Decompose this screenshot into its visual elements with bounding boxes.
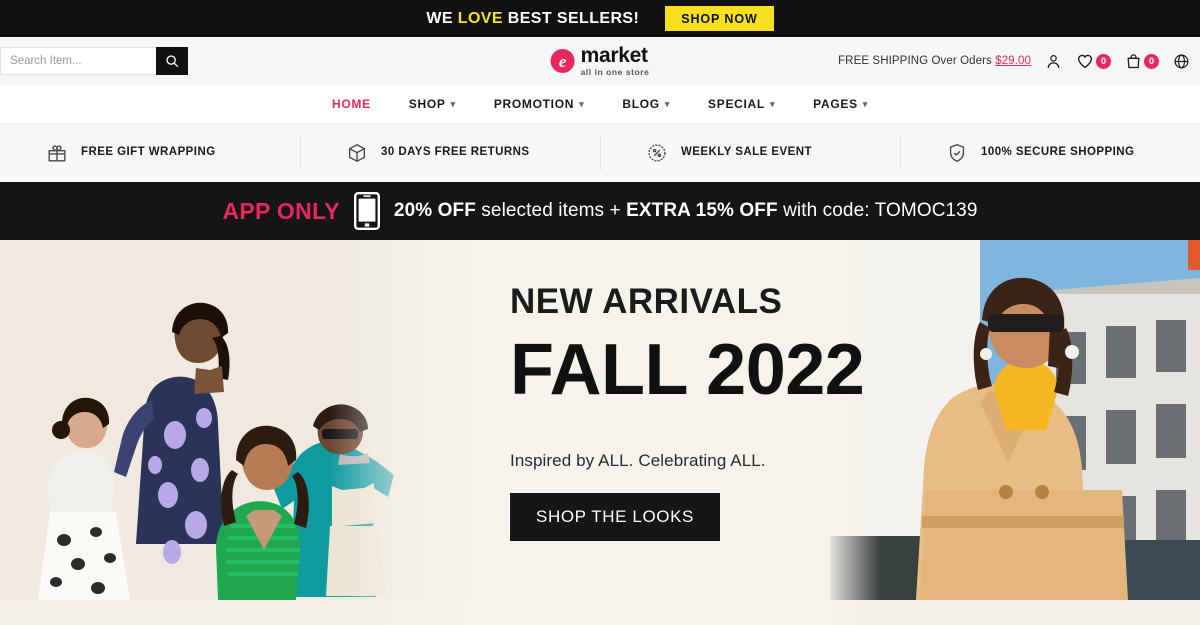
user-icon bbox=[1047, 54, 1060, 68]
search-icon bbox=[166, 55, 179, 68]
trench-model-illustration bbox=[830, 240, 1200, 600]
hero-image-models-group bbox=[0, 240, 470, 625]
nav-label: HOME bbox=[331, 97, 371, 111]
storefront-page: WE LOVE BEST SELLERS! SHOP NOW e market … bbox=[0, 0, 1200, 625]
account-button[interactable] bbox=[1045, 53, 1062, 70]
app-middle-text: selected items + bbox=[475, 200, 627, 221]
promo-text-after: BEST SELLERS! bbox=[502, 9, 640, 27]
feature-30-days-free-returns: 30 DAYS FREE RETURNS bbox=[300, 124, 600, 182]
shopping-bag-icon bbox=[1127, 53, 1140, 68]
nav-label: BLOG bbox=[622, 97, 660, 111]
hero-subtitle: Inspired by ALL. Celebrating ALL. bbox=[510, 450, 766, 470]
shop-the-looks-button[interactable]: SHOP THE LOOKS bbox=[510, 492, 720, 541]
feature-free-gift-wrapping: FREE GIFT WRAPPING bbox=[0, 124, 300, 182]
hero-kicker: NEW ARRIVALS bbox=[510, 282, 783, 321]
wishlist-button[interactable]: 0 bbox=[1076, 52, 1111, 70]
nav-label: SHOP bbox=[408, 97, 446, 111]
shield-check-icon bbox=[949, 144, 965, 163]
feature-label: WEEKLY SALE EVENT bbox=[681, 146, 812, 159]
app-code-text: with code: TOMOC139 bbox=[777, 200, 978, 221]
main-navigation: HOME SHOP ▾ PROMOTION ▾ BLOG ▾ SPECIAL ▾… bbox=[0, 85, 1200, 124]
nav-item-promotion[interactable]: PROMOTION ▾ bbox=[494, 97, 585, 111]
percent-badge-icon bbox=[648, 144, 666, 162]
globe-icon bbox=[1174, 54, 1189, 68]
logo-tagline: all in one store bbox=[580, 67, 650, 78]
chevron-down-icon: ▾ bbox=[769, 98, 776, 109]
nav-label: SPECIAL bbox=[708, 97, 765, 111]
feature-label: 30 DAYS FREE RETURNS bbox=[381, 146, 530, 159]
app-extra-discount: EXTRA 15% OFF bbox=[626, 200, 778, 221]
gift-icon bbox=[48, 145, 66, 162]
nav-item-home[interactable]: HOME bbox=[332, 97, 371, 111]
nav-label: PROMOTION bbox=[493, 97, 575, 111]
logo-mark-icon: e bbox=[550, 49, 575, 73]
chevron-down-icon: ▾ bbox=[579, 98, 585, 109]
app-only-promo-bar: APP ONLY 20% OFF selected items + EXTRA … bbox=[0, 182, 1200, 240]
nav-item-blog[interactable]: BLOG ▾ bbox=[622, 97, 670, 111]
search-input[interactable] bbox=[0, 47, 156, 75]
feature-label: 100% SECURE SHOPPING bbox=[981, 146, 1135, 159]
nav-item-special[interactable]: SPECIAL ▾ bbox=[708, 97, 775, 111]
app-only-tag: APP ONLY bbox=[222, 197, 340, 224]
language-button[interactable] bbox=[1173, 53, 1190, 70]
cart-count-badge: 0 bbox=[1144, 53, 1159, 69]
shipping-threshold: $29.00 bbox=[995, 55, 1031, 67]
promo-text-highlight: LOVE bbox=[457, 9, 503, 27]
features-strip: FREE GIFT WRAPPING 30 DAYS FREE RETURNS … bbox=[0, 124, 1200, 182]
nav-item-pages[interactable]: PAGES ▾ bbox=[813, 97, 868, 111]
hero-title: FALL 2022 bbox=[510, 330, 865, 410]
logo-text: market all in one store bbox=[581, 45, 650, 77]
chevron-down-icon: ▾ bbox=[862, 98, 869, 109]
feature-weekly-sale-event: WEEKLY SALE EVENT bbox=[600, 124, 900, 182]
logo-name: market bbox=[580, 44, 648, 68]
top-promo-bar: WE LOVE BEST SELLERS! SHOP NOW bbox=[0, 0, 1200, 37]
shop-now-button[interactable]: SHOP NOW bbox=[665, 5, 774, 32]
nav-item-shop[interactable]: SHOP ▾ bbox=[409, 97, 456, 111]
promo-text-before: WE bbox=[426, 9, 458, 27]
shipping-note: FREE SHIPPING Over Oders $29.00 bbox=[838, 55, 1031, 67]
box-icon bbox=[348, 143, 366, 163]
app-promo-text: 20% OFF selected items + EXTRA 15% OFF w… bbox=[394, 200, 978, 222]
feature-100-secure-shopping: 100% SECURE SHOPPING bbox=[900, 124, 1200, 182]
cart-button[interactable]: 0 bbox=[1125, 53, 1159, 70]
site-logo[interactable]: e market all in one store bbox=[550, 45, 650, 77]
header-actions: FREE SHIPPING Over Oders $29.00 0 0 bbox=[838, 52, 1200, 70]
search-bar bbox=[0, 47, 188, 75]
models-illustration bbox=[0, 240, 470, 600]
chevron-down-icon: ▾ bbox=[664, 98, 671, 109]
heart-icon bbox=[1077, 54, 1093, 69]
hero-banner: NEW ARRIVALS FALL 2022 Inspired by ALL. … bbox=[0, 240, 1200, 625]
hero-image-trench-coat-model bbox=[830, 240, 1200, 625]
mobile-phone-icon bbox=[353, 192, 380, 230]
chevron-down-icon: ▾ bbox=[450, 98, 456, 109]
search-button[interactable] bbox=[156, 47, 188, 75]
wishlist-count-badge: 0 bbox=[1096, 53, 1111, 69]
promo-text: WE LOVE BEST SELLERS! bbox=[426, 10, 639, 28]
shipping-note-text: FREE SHIPPING Over Oders bbox=[838, 55, 996, 67]
app-discount: 20% OFF bbox=[393, 200, 476, 221]
site-header: e market all in one store FREE SHIPPING … bbox=[0, 37, 1200, 85]
feature-label: FREE GIFT WRAPPING bbox=[81, 146, 216, 159]
hero-content: NEW ARRIVALS FALL 2022 Inspired by ALL. … bbox=[510, 282, 865, 541]
nav-label: PAGES bbox=[813, 97, 858, 111]
